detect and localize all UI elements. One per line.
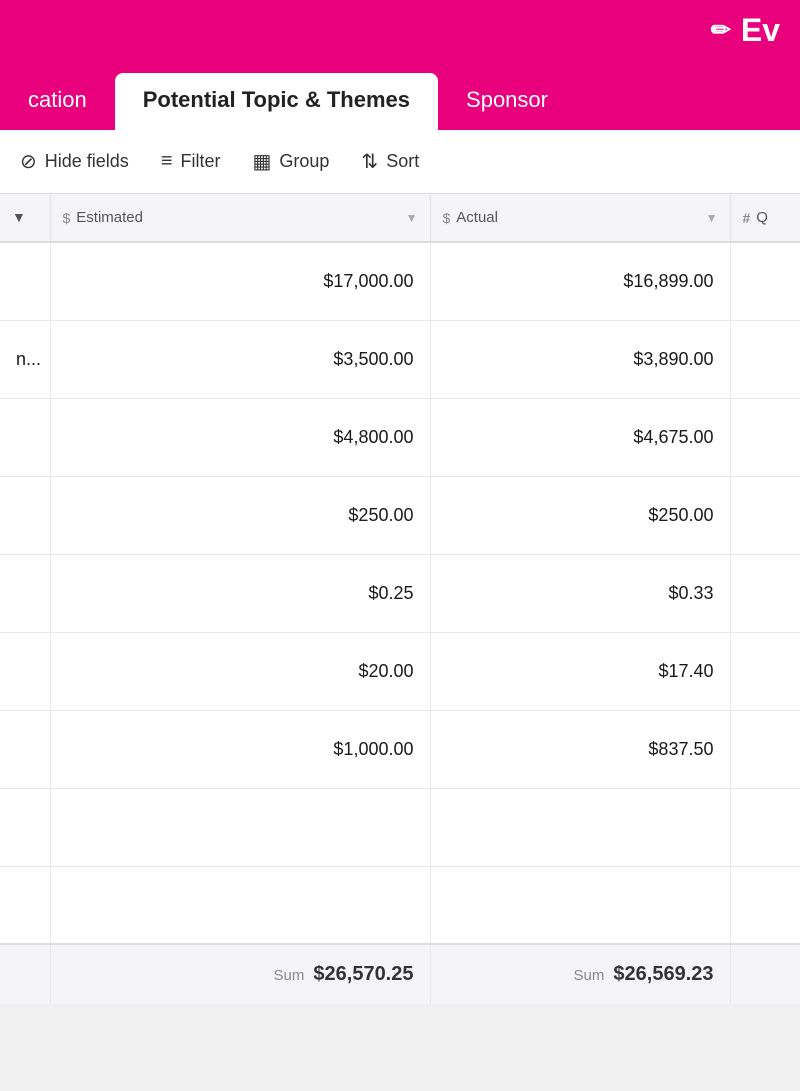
- cell-estimated-5: $20.00: [50, 632, 430, 710]
- cell-actual-7: [430, 788, 730, 866]
- cell-rownum-6: [0, 710, 50, 788]
- th-rownum[interactable]: ▼: [0, 194, 50, 242]
- sum-row: Sum $26,570.25 Sum $26,569.23: [0, 944, 800, 1004]
- sum-q-cell: [730, 944, 800, 1004]
- filter-label: Filter: [180, 151, 220, 172]
- sum-estimated-label: Sum: [274, 967, 305, 984]
- table-header-row: ▼ $ Estimated ▼ $ Actual ▼: [0, 194, 800, 242]
- cell-rownum-4: [0, 554, 50, 632]
- table-row: $4,800.00$4,675.00: [0, 398, 800, 476]
- cell-rownum-1: n...: [0, 320, 50, 398]
- group-button[interactable]: ▦ Group: [252, 149, 329, 174]
- th-q-label: Q: [756, 209, 768, 226]
- sum-actual-cell: Sum $26,569.23: [430, 944, 730, 1004]
- cell-rownum-5: [0, 632, 50, 710]
- cell-actual-5: $17.40: [430, 632, 730, 710]
- cell-rownum-0: [0, 242, 50, 320]
- cell-estimated-2: $4,800.00: [50, 398, 430, 476]
- cell-rownum-8: [0, 866, 50, 944]
- cell-actual-3: $250.00: [430, 476, 730, 554]
- table-container: ▼ $ Estimated ▼ $ Actual ▼: [0, 194, 800, 1004]
- cell-q-0: [730, 242, 800, 320]
- cell-q-4: [730, 554, 800, 632]
- cell-q-2: [730, 398, 800, 476]
- th-q[interactable]: # Q: [730, 194, 800, 242]
- tab-location[interactable]: cation: [0, 73, 115, 130]
- currency-icon-actual: $: [443, 210, 451, 226]
- data-table: ▼ $ Estimated ▼ $ Actual ▼: [0, 194, 800, 1004]
- cell-estimated-7: [50, 788, 430, 866]
- cell-q-5: [730, 632, 800, 710]
- filter-icon: ≡: [161, 150, 173, 173]
- cell-actual-6: $837.50: [430, 710, 730, 788]
- group-label: Group: [279, 151, 329, 172]
- cell-actual-2: $4,675.00: [430, 398, 730, 476]
- th-actual[interactable]: $ Actual ▼: [430, 194, 730, 242]
- cell-estimated-4: $0.25: [50, 554, 430, 632]
- th-estimated[interactable]: $ Estimated ▼: [50, 194, 430, 242]
- sum-estimated-cell: Sum $26,570.25: [50, 944, 430, 1004]
- cell-estimated-3: $250.00: [50, 476, 430, 554]
- sum-empty-cell: [0, 944, 50, 1004]
- row-dropdown-icon: ▼: [12, 209, 26, 225]
- table-row: $250.00$250.00: [0, 476, 800, 554]
- sum-estimated-value: $26,570.25: [313, 963, 413, 985]
- header-bar: ✏ Ev: [0, 0, 800, 60]
- hash-icon-q: #: [743, 210, 751, 226]
- cell-actual-8: [430, 866, 730, 944]
- tab-sponsor[interactable]: Sponsor: [438, 73, 576, 130]
- tab-topics[interactable]: Potential Topic & Themes: [115, 73, 438, 130]
- cell-actual-1: $3,890.00: [430, 320, 730, 398]
- table-row: $17,000.00$16,899.00: [0, 242, 800, 320]
- table-row: $20.00$17.40: [0, 632, 800, 710]
- table-row: $0.25$0.33: [0, 554, 800, 632]
- sort-label: Sort: [386, 151, 419, 172]
- filter-button[interactable]: ≡ Filter: [161, 150, 221, 173]
- header-title: ✏ Ev: [711, 12, 780, 49]
- sort-icon: ⇅: [361, 149, 378, 174]
- group-icon: ▦: [252, 149, 271, 174]
- cell-estimated-8: [50, 866, 430, 944]
- toolbar: ⊘ Hide fields ≡ Filter ▦ Group ⇅ Sort: [0, 130, 800, 194]
- hide-fields-icon: ⊘: [20, 149, 37, 174]
- table-row: $1,000.00$837.50: [0, 710, 800, 788]
- hide-fields-button[interactable]: ⊘ Hide fields: [20, 149, 129, 174]
- header-title-text: Ev: [741, 12, 780, 49]
- sort-arrow-actual: ▼: [706, 211, 718, 225]
- cell-q-3: [730, 476, 800, 554]
- cell-estimated-0: $17,000.00: [50, 242, 430, 320]
- cell-q-7: [730, 788, 800, 866]
- cell-q-1: [730, 320, 800, 398]
- sort-button[interactable]: ⇅ Sort: [361, 149, 419, 174]
- sum-actual-value: $26,569.23: [613, 963, 713, 985]
- cell-q-8: [730, 866, 800, 944]
- cell-estimated-6: $1,000.00: [50, 710, 430, 788]
- th-estimated-label: Estimated: [76, 209, 143, 226]
- cell-estimated-1: $3,500.00: [50, 320, 430, 398]
- table-row: n...$3,500.00$3,890.00: [0, 320, 800, 398]
- cell-actual-4: $0.33: [430, 554, 730, 632]
- cell-rownum-3: [0, 476, 50, 554]
- cell-rownum-2: [0, 398, 50, 476]
- sum-actual-label: Sum: [574, 967, 605, 984]
- cell-actual-0: $16,899.00: [430, 242, 730, 320]
- hide-fields-label: Hide fields: [45, 151, 129, 172]
- cell-rownum-7: [0, 788, 50, 866]
- tab-bar: cation Potential Topic & Themes Sponsor: [0, 60, 800, 130]
- table-row: [0, 866, 800, 944]
- sort-arrow-estimated: ▼: [406, 211, 418, 225]
- th-actual-label: Actual: [456, 209, 498, 226]
- cell-q-6: [730, 710, 800, 788]
- currency-icon-estimated: $: [63, 210, 71, 226]
- edit-icon[interactable]: ✏: [711, 16, 731, 45]
- table-row: [0, 788, 800, 866]
